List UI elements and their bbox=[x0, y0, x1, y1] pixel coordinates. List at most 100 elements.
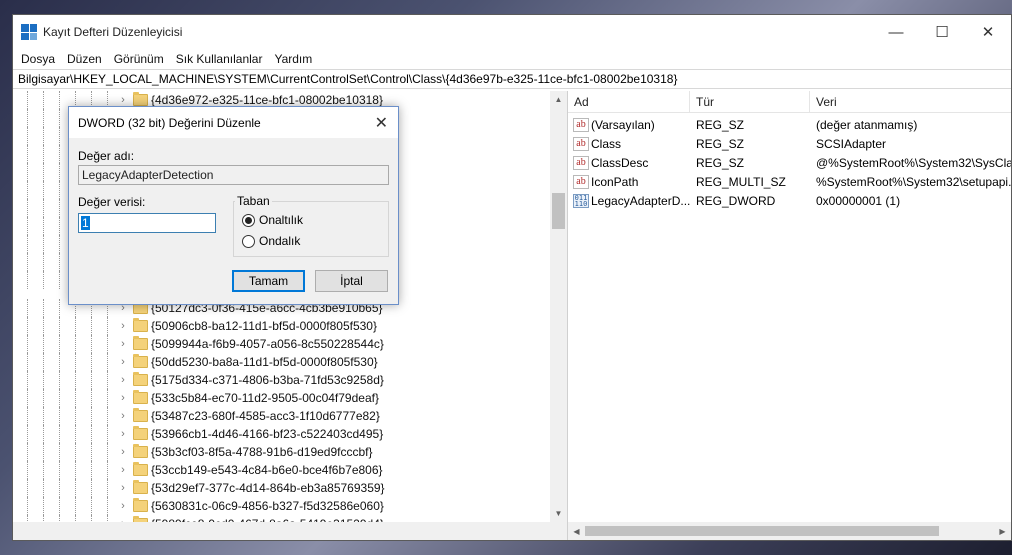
chevron-right-icon[interactable]: › bbox=[118, 464, 128, 476]
tree-guide-line bbox=[107, 371, 108, 389]
tree-item[interactable]: › {5175d334-c371-4806-b3ba-71fd53c9258d} bbox=[13, 371, 550, 389]
close-button[interactable]: ✕ bbox=[965, 15, 1011, 49]
tree-guide-line bbox=[75, 443, 76, 461]
folder-icon bbox=[133, 336, 148, 350]
chevron-right-icon[interactable]: › bbox=[118, 338, 128, 350]
column-header-name[interactable]: Ad bbox=[568, 91, 690, 113]
tree-guide-line bbox=[43, 335, 44, 353]
minimize-button[interactable]: — bbox=[873, 15, 919, 49]
column-header-data[interactable]: Veri bbox=[810, 91, 1011, 113]
tree-guide-line bbox=[27, 407, 28, 425]
chevron-right-icon[interactable]: › bbox=[118, 500, 128, 512]
chevron-right-icon[interactable]: › bbox=[118, 446, 128, 458]
string-value-icon: ab bbox=[573, 136, 589, 151]
value-data-input[interactable]: 1 bbox=[78, 213, 216, 233]
tree-item[interactable]: › {50906cb8-ba12-11d1-bf5d-0000f805f530} bbox=[13, 317, 550, 335]
tree-guide-line bbox=[27, 443, 28, 461]
tree-guide-line bbox=[91, 479, 92, 497]
chevron-right-icon[interactable]: › bbox=[118, 94, 128, 106]
tree-item[interactable]: › {50dd5230-ba8a-11d1-bf5d-0000f805f530} bbox=[13, 353, 550, 371]
chevron-right-icon[interactable]: › bbox=[118, 482, 128, 494]
chevron-right-icon[interactable]: › bbox=[118, 374, 128, 386]
menu-sik-kullanilanlar[interactable]: Sık Kullanılanlar bbox=[170, 52, 269, 66]
value-row[interactable]: ab ClassDesc REG_SZ @%SystemRoot%\System3… bbox=[568, 153, 1011, 172]
tree-guide-line bbox=[75, 353, 76, 371]
menu-gorunum[interactable]: Görünüm bbox=[108, 52, 170, 66]
chevron-right-icon[interactable]: › bbox=[118, 356, 128, 368]
menu-duzen[interactable]: Düzen bbox=[61, 52, 108, 66]
radio-unchecked-icon[interactable] bbox=[242, 234, 255, 248]
tree-guide-line bbox=[27, 253, 28, 271]
tree-guide-line bbox=[43, 127, 44, 145]
dialog-title-bar[interactable]: DWORD (32 bit) Değerini Düzenle ✕ bbox=[69, 107, 398, 138]
tree-item[interactable]: › {533c5b84-ec70-11d2-9505-00c04f79deaf} bbox=[13, 389, 550, 407]
tree-guide-line bbox=[91, 371, 92, 389]
tree-guide-line bbox=[59, 181, 60, 199]
address-bar[interactable]: Bilgisayar\HKEY_LOCAL_MACHINE\SYSTEM\Cur… bbox=[13, 69, 1011, 89]
tree-guide-line bbox=[59, 217, 60, 235]
tree-item-label: {53b3cf03-8f5a-4788-91b6-d19ed9fcccbf} bbox=[151, 445, 373, 459]
tree-vertical-scrollbar[interactable]: ▲ ▼ bbox=[550, 91, 567, 522]
tree-item-label: {53ccb149-e543-4c84-b6e0-bce4f6b7e806} bbox=[151, 463, 383, 477]
value-name-field: LegacyAdapterDetection bbox=[78, 165, 389, 185]
base-label: Taban bbox=[235, 194, 272, 208]
tree-item[interactable]: › {53487c23-680f-4585-acc3-1f10d6777e82} bbox=[13, 407, 550, 425]
tree-item[interactable]: › {5630831c-06c9-4856-b327-f5d32586e060} bbox=[13, 497, 550, 515]
scroll-up-arrow-icon[interactable]: ▲ bbox=[550, 91, 567, 108]
value-data: @%SystemRoot%\System32\SysClass bbox=[816, 155, 1011, 170]
scroll-thumb[interactable] bbox=[552, 193, 565, 229]
scroll-right-arrow-icon[interactable]: ▶ bbox=[994, 527, 1011, 536]
folder-icon bbox=[133, 318, 148, 332]
tree-horizontal-scrollbar[interactable] bbox=[13, 522, 567, 540]
tree-guide-line bbox=[27, 181, 28, 199]
tree-guide-line bbox=[59, 479, 60, 497]
value-row[interactable]: ab (Varsayılan) REG_SZ (değer atanmamış) bbox=[568, 115, 1011, 134]
value-data: %SystemRoot%\System32\setupapi.d bbox=[816, 174, 1011, 189]
radio-decimal[interactable]: Ondalık bbox=[242, 234, 300, 248]
ok-button[interactable]: Tamam bbox=[232, 270, 305, 292]
scroll-left-arrow-icon[interactable]: ◀ bbox=[568, 527, 585, 536]
radio-hexadecimal[interactable]: Onaltılık bbox=[242, 213, 303, 227]
tree-item-label: {5175d334-c371-4806-b3ba-71fd53c9258d} bbox=[151, 373, 384, 387]
tree-item-label: {5099944a-f6b9-4057-a056-8c550228544c} bbox=[151, 337, 384, 351]
tree-item[interactable]: › {5099944a-f6b9-4057-a056-8c550228544c} bbox=[13, 335, 550, 353]
tree-guide-line bbox=[107, 389, 108, 407]
tree-guide-line bbox=[27, 461, 28, 479]
value-row[interactable]: 011 110 LegacyAdapterD... REG_DWORD 0x0000… bbox=[568, 191, 1011, 210]
tree-item[interactable]: › {53b3cf03-8f5a-4788-91b6-d19ed9fcccbf} bbox=[13, 443, 550, 461]
radio-checked-icon[interactable] bbox=[242, 213, 255, 227]
tree-guide-line bbox=[75, 461, 76, 479]
tree-item[interactable]: › {53966cb1-4d46-4166-bf23-c522403cd495} bbox=[13, 425, 550, 443]
tree-item[interactable]: › {53ccb149-e543-4c84-b6e0-bce4f6b7e806} bbox=[13, 461, 550, 479]
chevron-right-icon[interactable]: › bbox=[118, 428, 128, 440]
menu-yardim[interactable]: Yardım bbox=[268, 52, 318, 66]
tree-guide-line bbox=[43, 109, 44, 127]
title-bar[interactable]: Kayıt Defteri Düzenleyicisi — ☐ ✕ bbox=[13, 15, 1011, 49]
column-header-type[interactable]: Tür bbox=[690, 91, 810, 113]
values-horizontal-scrollbar[interactable]: ◀ ▶ bbox=[568, 522, 1011, 540]
chevron-right-icon[interactable]: › bbox=[118, 320, 128, 332]
tree-guide-line bbox=[43, 425, 44, 443]
folder-icon bbox=[133, 390, 148, 404]
menu-dosya[interactable]: Dosya bbox=[15, 52, 61, 66]
scroll-down-arrow-icon[interactable]: ▼ bbox=[550, 505, 567, 522]
scroll-thumb[interactable] bbox=[585, 526, 939, 536]
tree-guide-line bbox=[43, 253, 44, 271]
tree-guide-line bbox=[107, 461, 108, 479]
value-row[interactable]: ab Class REG_SZ SCSIAdapter bbox=[568, 134, 1011, 153]
tree-guide-line bbox=[59, 299, 60, 317]
tree-guide-line bbox=[43, 199, 44, 217]
value-data: (değer atanmamış) bbox=[816, 117, 918, 132]
tree-guide-line bbox=[59, 127, 60, 145]
value-row[interactable]: ab IconPath REG_MULTI_SZ %SystemRoot%\Sys… bbox=[568, 172, 1011, 191]
dialog-close-icon[interactable]: ✕ bbox=[375, 113, 388, 133]
tree-guide-line bbox=[27, 145, 28, 163]
tree-item[interactable]: › {53d29ef7-377c-4d14-864b-eb3a85769359} bbox=[13, 479, 550, 497]
chevron-right-icon[interactable]: › bbox=[118, 410, 128, 422]
cancel-button[interactable]: İptal bbox=[315, 270, 388, 292]
maximize-button[interactable]: ☐ bbox=[919, 15, 965, 49]
tree-guide-line bbox=[43, 497, 44, 515]
tree-guide-line bbox=[27, 163, 28, 181]
chevron-right-icon[interactable]: › bbox=[118, 392, 128, 404]
folder-icon bbox=[133, 480, 148, 494]
